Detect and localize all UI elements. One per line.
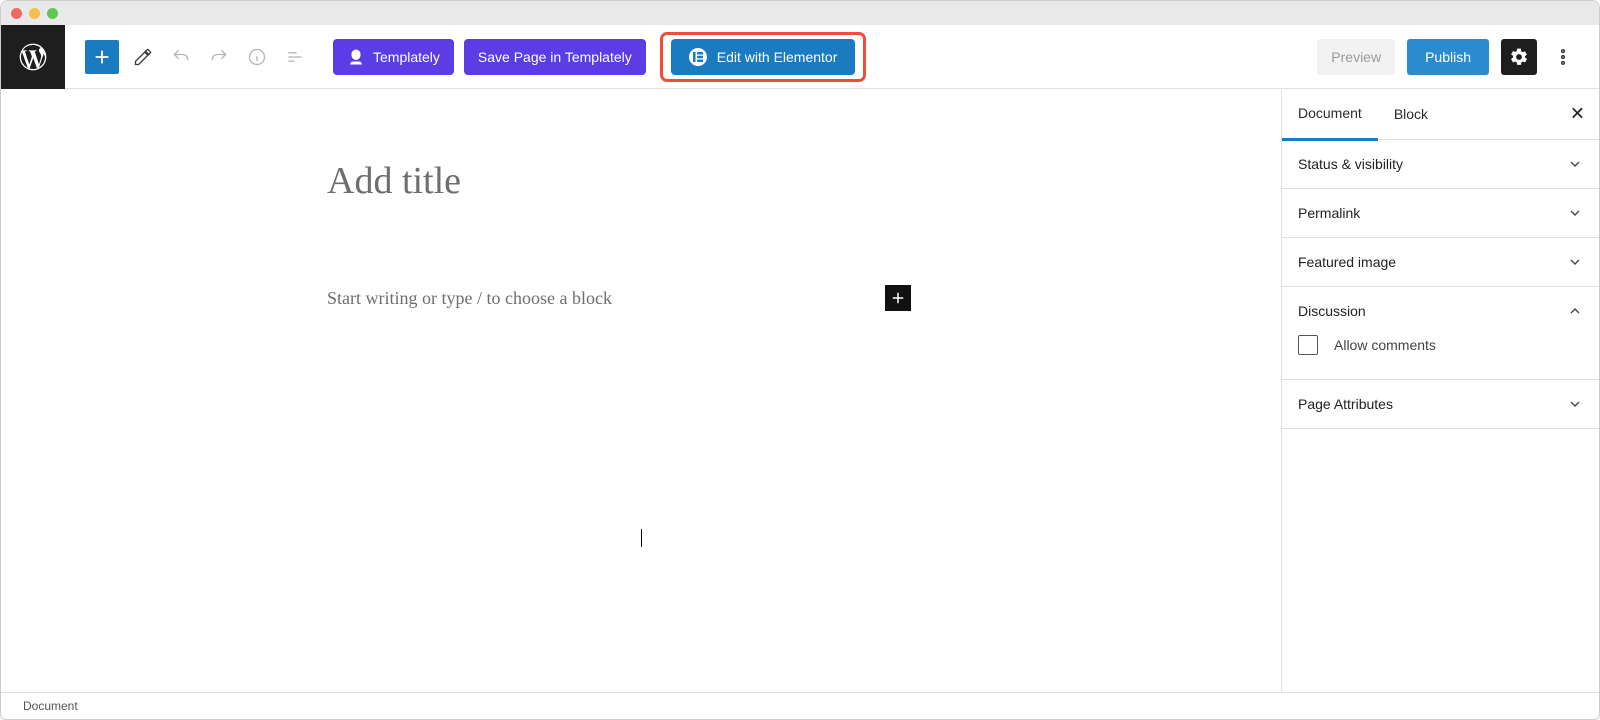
- info-icon: [247, 47, 267, 67]
- panel-status-visibility[interactable]: Status & visibility: [1282, 140, 1599, 189]
- templately-icon: [347, 48, 365, 66]
- sidebar-tabs: Document Block ✕: [1282, 89, 1599, 140]
- panel-featured-image[interactable]: Featured image: [1282, 238, 1599, 287]
- panel-page-attributes[interactable]: Page Attributes: [1282, 380, 1599, 429]
- allow-comments-checkbox[interactable]: Allow comments: [1298, 335, 1583, 355]
- mac-titlebar: [1, 1, 1599, 25]
- title-placeholder: Add title: [327, 160, 461, 202]
- title-input[interactable]: Add title: [327, 159, 911, 203]
- tab-document-label: Document: [1298, 105, 1362, 121]
- close-icon: ✕: [1570, 104, 1585, 124]
- preview-button[interactable]: Preview: [1317, 39, 1395, 75]
- toolbar-left-group: Templately Save Page in Templately Edit …: [85, 32, 866, 82]
- chevron-up-icon: [1567, 303, 1583, 319]
- panel-discussion-label: Discussion: [1298, 303, 1366, 319]
- publish-button[interactable]: Publish: [1407, 39, 1489, 75]
- annotation-highlight: Edit with Elementor: [660, 32, 867, 82]
- chevron-down-icon: [1567, 156, 1583, 172]
- text-caret: [641, 529, 642, 547]
- window: Templately Save Page in Templately Edit …: [0, 0, 1600, 720]
- wordpress-logo-icon: [17, 41, 49, 73]
- list-icon: [285, 47, 305, 67]
- tab-block-label: Block: [1394, 106, 1428, 122]
- settings-sidebar: Document Block ✕ Status & visibility Per…: [1281, 89, 1599, 692]
- block-placeholder: Start writing or type / to choose a bloc…: [327, 288, 612, 309]
- pencil-icon: [133, 47, 153, 67]
- sidebar-close-button[interactable]: ✕: [1570, 104, 1585, 125]
- wordpress-logo-button[interactable]: [1, 25, 65, 89]
- mac-close-icon[interactable]: [11, 8, 22, 19]
- plus-icon: [91, 46, 113, 68]
- info-button[interactable]: [243, 43, 271, 71]
- more-options-button[interactable]: [1549, 43, 1577, 71]
- panel-permalink-label: Permalink: [1298, 205, 1360, 221]
- redo-button[interactable]: [205, 43, 233, 71]
- plus-icon: [889, 289, 907, 307]
- tab-block[interactable]: Block: [1378, 89, 1444, 139]
- kebab-icon: [1553, 47, 1573, 67]
- panel-permalink[interactable]: Permalink: [1282, 189, 1599, 238]
- templately-button[interactable]: Templately: [333, 39, 454, 75]
- settings-button[interactable]: [1501, 39, 1537, 75]
- mac-maximize-icon[interactable]: [47, 8, 58, 19]
- templately-label: Templately: [373, 49, 440, 65]
- add-block-button[interactable]: [85, 40, 119, 74]
- edit-elementor-label: Edit with Elementor: [717, 49, 838, 65]
- publish-label: Publish: [1425, 49, 1471, 65]
- chevron-down-icon: [1567, 205, 1583, 221]
- breadcrumb[interactable]: Document: [23, 699, 78, 713]
- gear-icon: [1509, 47, 1529, 67]
- tools-button[interactable]: [129, 43, 157, 71]
- inline-add-block-button[interactable]: [885, 285, 911, 311]
- editor-toolbar: Templately Save Page in Templately Edit …: [1, 25, 1599, 89]
- undo-icon: [171, 47, 191, 67]
- panel-status-label: Status & visibility: [1298, 156, 1403, 172]
- editor-body: Add title Start writing or type / to cho…: [1, 89, 1599, 692]
- preview-label: Preview: [1331, 49, 1381, 65]
- editor-footer: Document: [1, 692, 1599, 719]
- allow-comments-label: Allow comments: [1334, 337, 1436, 353]
- panel-featured-label: Featured image: [1298, 254, 1396, 270]
- checkbox-icon: [1298, 335, 1318, 355]
- panel-page-attrs-label: Page Attributes: [1298, 396, 1393, 412]
- chevron-down-icon: [1567, 254, 1583, 270]
- panel-discussion[interactable]: Discussion Allow comments: [1282, 287, 1599, 380]
- undo-button[interactable]: [167, 43, 195, 71]
- save-templately-button[interactable]: Save Page in Templately: [464, 39, 646, 75]
- redo-icon: [209, 47, 229, 67]
- elementor-icon: [689, 48, 707, 66]
- outline-button[interactable]: [281, 43, 309, 71]
- save-templately-label: Save Page in Templately: [478, 49, 632, 65]
- mac-minimize-icon[interactable]: [29, 8, 40, 19]
- editor-canvas[interactable]: Add title Start writing or type / to cho…: [1, 89, 1281, 692]
- tab-document[interactable]: Document: [1282, 88, 1378, 141]
- chevron-down-icon: [1567, 396, 1583, 412]
- edit-elementor-button[interactable]: Edit with Elementor: [671, 39, 856, 75]
- toolbar-right-group: Preview Publish: [1317, 39, 1577, 75]
